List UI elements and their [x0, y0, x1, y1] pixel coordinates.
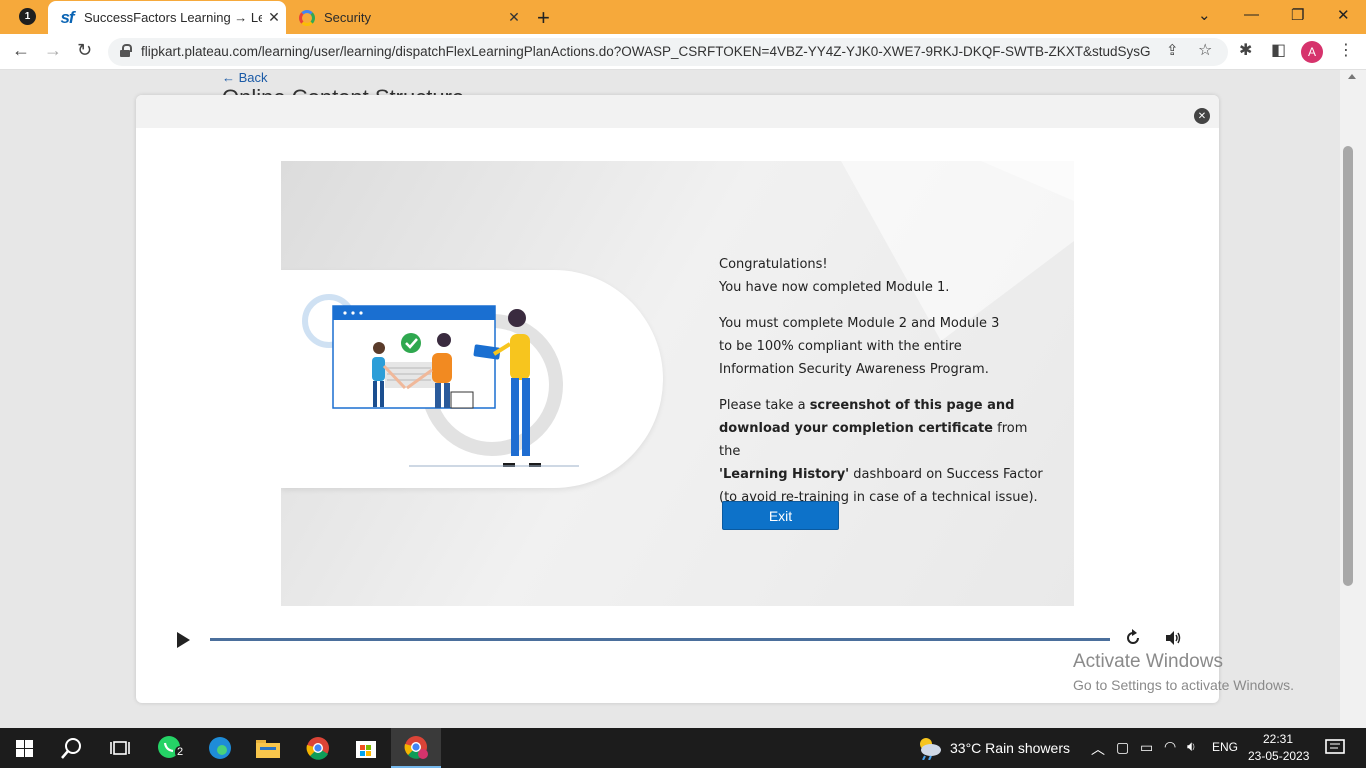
volume-icon[interactable]	[1165, 630, 1183, 646]
bookmark-star-icon[interactable]: ☆	[1198, 40, 1212, 60]
congrats-text: Congratulations!	[719, 257, 828, 272]
weather-text[interactable]: 33°C Rain showers	[950, 740, 1070, 756]
battery-icon[interactable]: ▭	[1140, 739, 1153, 756]
progress-fill	[210, 638, 1110, 641]
lock-icon	[120, 44, 132, 58]
learning-history-label: 'Learning History'	[719, 467, 850, 482]
handshake-illustration	[302, 294, 579, 467]
instruction-dashboard: dashboard on Success Factor	[849, 467, 1043, 482]
instruction-prefix: Please take a	[719, 398, 810, 413]
side-panel-icon[interactable]: ◧	[1271, 40, 1286, 60]
meet-now-icon[interactable]: ▢	[1116, 739, 1129, 756]
requirement-line-3: Information Security Awareness Program.	[719, 362, 989, 377]
watermark-subtitle: Go to Settings to activate Windows.	[1073, 677, 1294, 693]
windows-taskbar: 2 33°C Rain showers ︿ ▢ ▭ ◠ 🔉︎ ENG 22:31…	[0, 728, 1366, 768]
browser-toolbar: ← → ↻ flipkart.plateau.com/learning/user…	[0, 34, 1366, 70]
microsoft-store-icon[interactable]	[351, 734, 381, 762]
tab-count-badge[interactable]: 1	[19, 8, 36, 25]
notification-center-icon[interactable]	[1320, 734, 1350, 762]
successfactors-icon: sf	[60, 7, 74, 27]
course-slide: Congratulations! You have now completed …	[281, 161, 1074, 606]
share-icon[interactable]: ⇪	[1166, 41, 1179, 59]
close-tab-icon[interactable]: ✕	[262, 9, 286, 26]
chrome-active-icon[interactable]	[391, 728, 441, 768]
windows-start-icon[interactable]	[9, 734, 39, 762]
scroll-up-arrow-icon[interactable]	[1348, 74, 1356, 79]
chrome-icon[interactable]	[303, 734, 333, 762]
google-icon	[298, 9, 316, 27]
media-player-controls	[136, 625, 1219, 655]
new-tab-button[interactable]: +	[537, 5, 550, 31]
tab-title: Security	[324, 10, 371, 25]
tab-security[interactable]: Security ✕	[288, 1, 526, 34]
search-icon[interactable]	[57, 734, 87, 762]
edge-icon[interactable]	[205, 734, 235, 762]
extensions-icon[interactable]: ✱	[1239, 40, 1252, 60]
speaker-icon[interactable]: 🔉︎	[1187, 738, 1196, 755]
maximize-icon[interactable]: ❐	[1291, 6, 1304, 24]
reload-icon[interactable]: ↻	[77, 40, 92, 61]
exit-button[interactable]: Exit	[722, 501, 839, 530]
progress-bar[interactable]	[210, 638, 1110, 641]
instruction-bold-1: screenshot of this page and	[809, 398, 1015, 413]
weather-rain-icon[interactable]	[914, 734, 944, 762]
clock-date[interactable]: 23-05-2023	[1248, 749, 1309, 763]
file-explorer-icon[interactable]	[253, 734, 283, 762]
replay-icon[interactable]	[1124, 629, 1142, 647]
completion-message: Congratulations! You have now completed …	[719, 253, 1049, 522]
tab-strip: 1 sf SuccessFactors Learning → Learn ✕ S…	[0, 0, 1366, 34]
scrollbar-thumb[interactable]	[1343, 146, 1353, 586]
whatsapp-icon[interactable]: 2	[155, 734, 186, 762]
close-window-icon[interactable]: ✕	[1337, 6, 1350, 24]
address-bar[interactable]: flipkart.plateau.com/learning/user/learn…	[108, 38, 1228, 66]
activate-windows-watermark: Activate Windows Go to Settings to activ…	[1073, 651, 1294, 693]
whatsapp-count-badge: 2	[175, 746, 186, 758]
language-indicator[interactable]: ENG	[1212, 740, 1238, 754]
modal-header	[136, 95, 1219, 128]
back-arrow-icon[interactable]: ←	[12, 40, 30, 61]
forward-arrow-icon[interactable]: →	[44, 40, 62, 61]
wifi-icon[interactable]: ◠	[1164, 738, 1176, 755]
modal-close-icon[interactable]: ✕	[1194, 108, 1210, 124]
completed-text: You have now completed Module 1.	[719, 280, 950, 295]
tab-title: SuccessFactors Learning → Learn	[84, 10, 262, 25]
show-hidden-icons-chevron-icon[interactable]: ︿	[1091, 739, 1105, 759]
tab-search-chevron-icon[interactable]: ⌄	[1198, 6, 1211, 24]
play-icon[interactable]	[177, 632, 190, 648]
more-menu-icon[interactable]: ⋮	[1338, 40, 1354, 60]
instruction-bold-2: download your completion certificate	[719, 421, 993, 436]
watermark-title: Activate Windows	[1073, 651, 1223, 672]
url-text[interactable]: flipkart.plateau.com/learning/user/learn…	[141, 44, 1151, 59]
requirement-line-1: You must complete Module 2 and Module 3	[719, 316, 1000, 331]
tab-successfactors[interactable]: sf SuccessFactors Learning → Learn ✕	[48, 1, 286, 34]
clock-time[interactable]: 22:31	[1263, 732, 1293, 746]
close-tab-icon[interactable]: ✕	[502, 9, 526, 26]
profile-avatar[interactable]: A	[1301, 41, 1323, 63]
illustration-panel	[281, 270, 663, 488]
requirement-line-2: to be 100% compliant with the entire	[719, 339, 962, 354]
content-modal: ✕ Congratulations! You have now complete…	[136, 95, 1219, 703]
minimize-icon[interactable]: —	[1244, 6, 1259, 23]
back-link[interactable]: ← Back	[222, 70, 268, 85]
task-view-icon[interactable]	[105, 734, 135, 762]
